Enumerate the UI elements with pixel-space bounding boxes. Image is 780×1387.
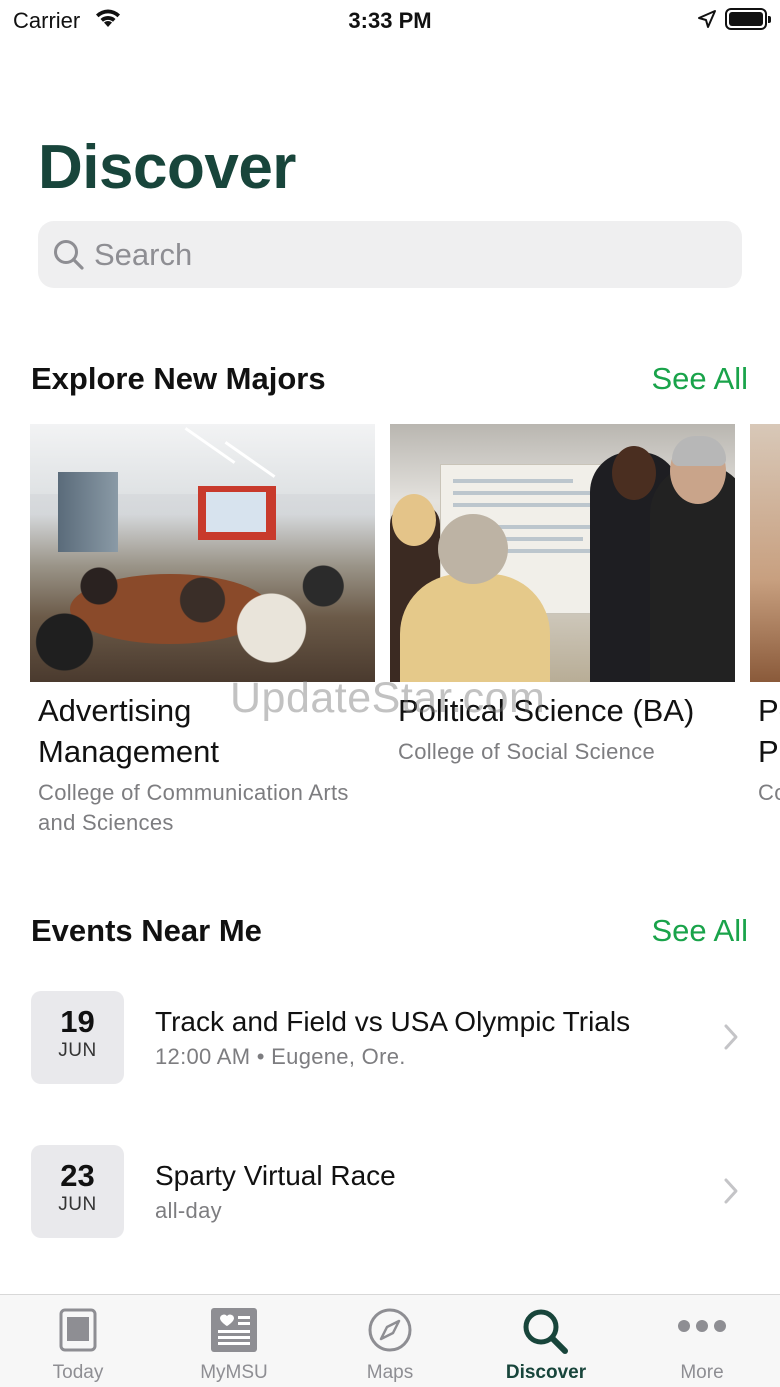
tab-label: Today [52,1362,104,1383]
event-date-badge: 23 JUN [31,1145,124,1238]
event-title: Sparty Virtual Race [155,1160,396,1191]
major-photo [750,424,780,682]
major-card[interactable]: Political Science (BA) College of Social… [390,424,735,767]
tab-bar: Today MyMSU Maps Discover More [0,1294,780,1387]
major-name: Po Pr [758,693,780,769]
events-see-all-link[interactable]: See All [651,913,748,949]
event-day: 23 [60,1158,95,1193]
tab-maps[interactable]: Maps [312,1295,468,1387]
tab-mymsu[interactable]: MyMSU [156,1295,312,1387]
mymsu-icon [210,1307,258,1358]
compass-icon [367,1307,413,1358]
event-title: Track and Field vs USA Olympic Trials [155,1006,631,1037]
today-icon [58,1307,98,1358]
tab-label: Discover [505,1362,587,1383]
event-row[interactable]: 19 JUN Track and Field vs USA Olympic Tr… [0,991,780,1101]
more-icon [677,1319,727,1338]
event-day: 19 [60,1004,95,1039]
tab-more[interactable]: More [624,1295,780,1387]
search-input[interactable] [94,221,714,288]
search-icon [521,1307,571,1360]
status-time: 3:33 PM [348,8,432,33]
major-photo [30,424,375,682]
major-card[interactable]: Po Pr Co [750,424,780,808]
search-bar[interactable] [38,221,742,288]
tab-label: More [680,1362,724,1383]
majors-section-title: Explore New Majors [31,361,326,396]
majors-see-all-link[interactable]: See All [651,361,748,397]
chevron-right-icon [722,1023,740,1056]
page-title: Discover [38,133,296,202]
search-icon [52,238,86,277]
event-date-badge: 19 JUN [31,991,124,1084]
event-subtitle: 12:00 AM • Eugene, Ore. [155,1044,406,1069]
location-arrow-icon [697,9,717,34]
event-row[interactable]: 23 JUN Sparty Virtual Race all-day [0,1145,780,1255]
major-name: Advertising Management [38,693,219,769]
major-college: College of Social Science [398,739,655,764]
status-bar: Carrier 3:33 PM [0,0,780,42]
event-month: JUN [58,1194,97,1215]
event-subtitle: all-day [155,1198,222,1223]
event-month: JUN [58,1040,97,1061]
major-college: College of Communication Arts and Scienc… [38,780,349,835]
majors-carousel[interactable]: Advertising Management College of Commun… [30,424,780,854]
major-card[interactable]: Advertising Management College of Commun… [30,424,375,838]
major-photo [390,424,735,682]
events-section-title: Events Near Me [31,913,262,948]
tab-discover[interactable]: Discover [468,1295,624,1387]
battery-icon [725,8,771,30]
tab-label: Maps [366,1362,414,1383]
chevron-right-icon [722,1177,740,1210]
major-college: Co [758,780,780,805]
tab-today[interactable]: Today [0,1295,156,1387]
tab-label: MyMSU [200,1362,268,1383]
major-name: Political Science (BA) [398,693,695,728]
